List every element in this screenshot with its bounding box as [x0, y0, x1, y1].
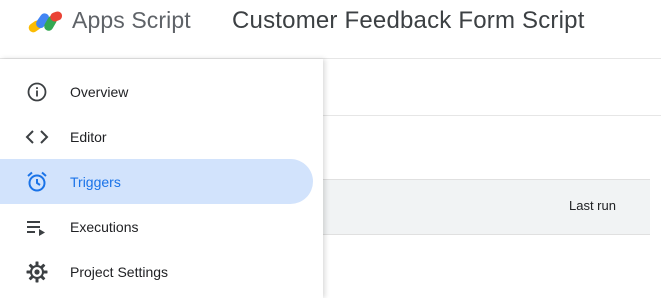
sidebar-item-triggers[interactable]: Triggers	[0, 159, 313, 204]
sidebar-item-project-settings[interactable]: Project Settings	[0, 249, 313, 294]
sidebar-item-label: Executions	[70, 218, 139, 235]
sidebar-item-overview[interactable]: Overview	[0, 69, 313, 114]
sidebar-nav: Overview Editor Triggers Executions Proj…	[0, 59, 323, 298]
info-icon	[24, 79, 50, 105]
alarm-clock-icon	[24, 169, 50, 195]
sidebar-item-label: Project Settings	[70, 263, 169, 280]
sidebar-item-label: Editor	[70, 128, 107, 145]
sidebar-item-executions[interactable]: Executions	[0, 204, 313, 249]
sidebar-item-label: Triggers	[70, 173, 121, 190]
app-brand-name: Apps Script	[72, 7, 191, 33]
apps-script-logo[interactable]	[26, 6, 66, 34]
column-header-last-run[interactable]: Last run	[569, 198, 616, 213]
project-title[interactable]: Customer Feedback Form Script	[232, 7, 585, 35]
app-header: Apps Script Customer Feedback Form Scrip…	[0, 0, 661, 46]
executions-list-icon	[24, 214, 50, 240]
gear-icon	[24, 259, 50, 285]
sidebar-item-editor[interactable]: Editor	[0, 114, 313, 159]
code-icon	[24, 124, 50, 150]
sidebar-item-label: Overview	[70, 83, 129, 100]
